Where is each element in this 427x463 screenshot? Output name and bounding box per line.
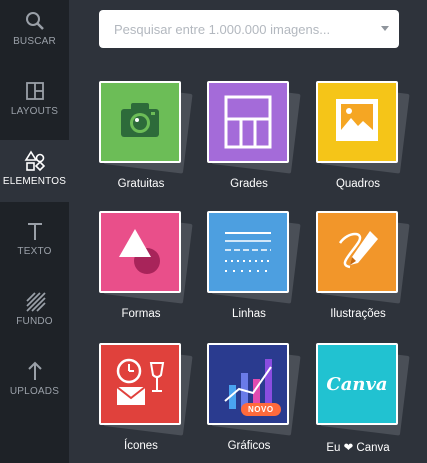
sidebar-item-label: FUNDO (16, 316, 53, 327)
search-input[interactable]: Pesquisar entre 1.000.000 imagens... (99, 10, 399, 48)
elements-icon (24, 150, 46, 172)
background-pattern-icon (26, 292, 46, 312)
sidebar-item-label: LAYOUTS (10, 106, 59, 117)
tile-label: Gratuitas (117, 178, 165, 190)
sidebar-item-fundo[interactable]: FUNDO (0, 280, 69, 350)
photo-frame-icon (336, 99, 378, 141)
search-placeholder: Pesquisar entre 1.000.000 imagens... (114, 22, 331, 37)
pencil-icon (338, 231, 378, 269)
grid-icon (224, 95, 272, 149)
sidebar-item-buscar[interactable]: BUSCAR (0, 0, 69, 70)
tile-label: Gráficos (227, 440, 271, 452)
tile-label: Grades (230, 178, 268, 190)
camera-icon (121, 103, 159, 137)
tile-label: Eu ❤ Canva (326, 442, 390, 454)
sidebar-item-uploads[interactable]: UPLOADS (0, 350, 69, 420)
search-icon (26, 12, 44, 30)
clock-envelope-icon (116, 358, 165, 405)
lines-icon (225, 232, 271, 272)
sidebar-item-elementos[interactable]: ELEMENTOS (0, 140, 69, 202)
sidebar-item-label: UPLOADS (9, 386, 60, 397)
svg-text:Canva: Canva (326, 374, 387, 395)
layouts-icon (26, 82, 44, 100)
sidebar-item-texto[interactable]: TEXTO (0, 210, 69, 280)
canva-logo-icon: Canva (326, 374, 387, 395)
sidebar-item-label: BUSCAR (13, 36, 56, 47)
shapes-icon (119, 229, 160, 274)
tile-label: Quadros (335, 178, 381, 190)
chevron-down-icon[interactable] (381, 26, 389, 31)
text-icon (28, 223, 42, 240)
tile-label: Linhas (232, 308, 266, 320)
sidebar-item-layouts[interactable]: LAYOUTS (0, 70, 69, 140)
tile-label: Formas (121, 308, 161, 320)
sidebar-item-label: TEXTO (17, 246, 52, 257)
tile-label: Ilustrações (330, 308, 386, 320)
new-badge: NOVO (241, 403, 281, 416)
upload-arrow-icon (28, 361, 42, 380)
tile-label: Ícones (124, 440, 158, 452)
sidebar-item-label: ELEMENTOS (2, 176, 67, 187)
sidebar: BUSCAR LAYOUTS ELEMENTOS TEXTO FUNDO UPL… (0, 0, 69, 463)
